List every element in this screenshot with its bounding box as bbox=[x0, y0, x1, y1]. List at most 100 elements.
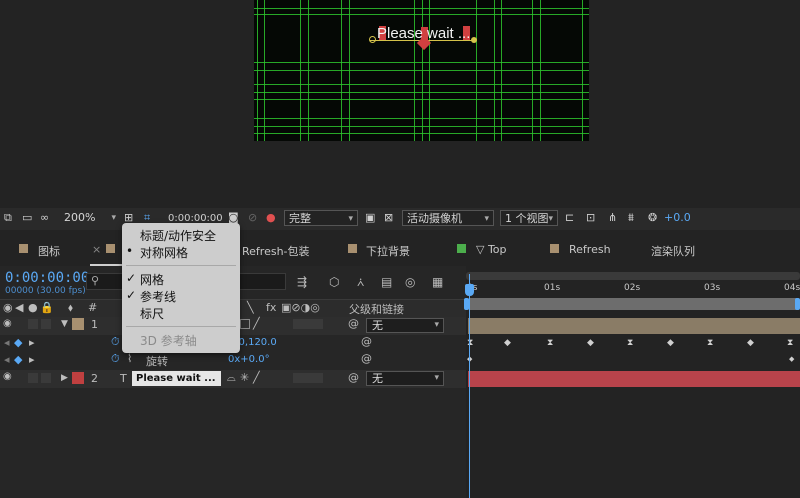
property-row[interactable]: ◂ ◆ ▸ ⏱ ⌇ 旋转 0x+0.0° @ bbox=[0, 352, 466, 370]
pickwhip-icon[interactable]: @ bbox=[361, 335, 372, 348]
prev-keyframe-icon[interactable]: ◂ bbox=[4, 353, 10, 366]
next-keyframe-icon[interactable]: ▸ bbox=[29, 336, 35, 349]
keyframe-icon[interactable]: ⧗ bbox=[467, 338, 473, 348]
playhead-handle[interactable] bbox=[465, 284, 474, 296]
tab-refresh-wrap[interactable]: Refresh-包装 bbox=[242, 243, 310, 259]
tab-top[interactable]: ▽ Top bbox=[476, 243, 507, 256]
switches-icon[interactable]: ▣⊘◑◎ bbox=[281, 301, 320, 314]
expand-chevron-icon[interactable]: ▼ bbox=[61, 319, 68, 329]
shy-switch-icon[interactable]: ⌓ bbox=[227, 371, 236, 385]
pickwhip-icon[interactable]: @ bbox=[348, 371, 359, 384]
layer-label-color[interactable] bbox=[72, 318, 84, 330]
lock-toggle[interactable] bbox=[41, 319, 51, 329]
solo-icon[interactable]: ● bbox=[28, 301, 38, 314]
pickwhip-icon[interactable]: @ bbox=[361, 352, 372, 365]
keyframe-icon[interactable]: ◆ bbox=[667, 338, 674, 348]
draft-3d-icon[interactable]: ⬡ bbox=[329, 275, 339, 289]
zoom-select[interactable]: 200% ▾ bbox=[60, 210, 120, 226]
duration-bar[interactable] bbox=[468, 298, 798, 310]
prev-keyframe-icon[interactable]: ◂ bbox=[4, 336, 10, 349]
mask-visibility-icon[interactable]: ∞ bbox=[40, 211, 49, 224]
work-area-bar[interactable] bbox=[466, 272, 800, 280]
lock-toggle[interactable] bbox=[41, 373, 51, 383]
graph-editor-icon[interactable]: ▦ bbox=[432, 275, 443, 289]
layer-2-bar[interactable] bbox=[468, 371, 800, 387]
layer-1-bar[interactable] bbox=[468, 318, 800, 334]
menu-item-guides[interactable]: 参考线 bbox=[140, 288, 176, 305]
keyframe-diamond-icon[interactable]: ◆ bbox=[14, 336, 22, 349]
visibility-eye-icon[interactable]: ◉ bbox=[3, 318, 12, 329]
keyframe-icon[interactable]: ⧗ bbox=[547, 338, 553, 348]
solo-toggle[interactable] bbox=[28, 319, 38, 329]
tab-icon[interactable]: 图标 bbox=[38, 243, 60, 259]
expand-chevron-icon[interactable]: ▶ bbox=[61, 373, 68, 383]
motion-blur-icon[interactable]: ◎ bbox=[405, 275, 415, 289]
shy-layers-icon[interactable]: ⩑ bbox=[357, 275, 364, 290]
keyframe-icon[interactable]: ⧗ bbox=[787, 338, 793, 348]
stopwatch-icon[interactable]: ⏱ bbox=[111, 335, 120, 349]
text-handle-right[interactable] bbox=[471, 37, 477, 43]
parent-select[interactable]: 无 ▾ bbox=[366, 371, 444, 386]
solo-toggle[interactable] bbox=[28, 373, 38, 383]
flowchart-icon[interactable]: ⋔ bbox=[608, 211, 617, 224]
keyframe-icon[interactable]: ◆ bbox=[789, 355, 794, 363]
layer-name[interactable]: Please wait ... bbox=[132, 371, 221, 386]
monitor-icon[interactable]: ▭ bbox=[22, 211, 32, 224]
layer-label-color[interactable] bbox=[72, 372, 84, 384]
timeline-icon[interactable]: ⊡ bbox=[586, 211, 595, 224]
quality-icon[interactable]: ╲ bbox=[247, 301, 254, 314]
text-handle-left[interactable] bbox=[369, 36, 376, 43]
pickwhip-icon[interactable]: @ bbox=[348, 317, 359, 330]
current-time[interactable]: 0:00:00:00 bbox=[5, 270, 89, 286]
reset-exposure-icon[interactable]: ❂ bbox=[648, 211, 657, 224]
fast-preview-icon[interactable]: ⧉ bbox=[4, 211, 12, 225]
fx-icon[interactable]: fx bbox=[266, 301, 276, 314]
playhead-line[interactable] bbox=[469, 274, 470, 498]
comp-mini-flowchart-icon[interactable]: ⇶ bbox=[297, 275, 307, 289]
work-area-start-handle[interactable] bbox=[464, 298, 469, 310]
quality-switch-icon[interactable]: ╱ bbox=[253, 317, 260, 330]
layer-switches[interactable] bbox=[293, 319, 323, 329]
video-eye-icon[interactable]: ◉ bbox=[3, 301, 13, 314]
collapse-switch-icon[interactable]: ✳ bbox=[240, 371, 249, 384]
layer-row[interactable]: ◉ ▶ 2 T Please wait ... ⌓ ✳ ╱ @ 无 ▾ bbox=[0, 370, 466, 388]
keyframe-icon[interactable]: ⧗ bbox=[707, 338, 713, 348]
region-of-interest-icon[interactable]: ▣ bbox=[365, 211, 375, 224]
menu-item-proportional-grid[interactable]: 对称网格 bbox=[140, 244, 188, 261]
keyframe-icon[interactable]: ⧗ bbox=[627, 338, 633, 348]
keyframe-icon[interactable]: ◆ bbox=[587, 338, 594, 348]
audio-icon[interactable]: ◀ bbox=[15, 301, 23, 314]
channel-icon[interactable]: ● bbox=[266, 211, 276, 224]
frame-blending-icon[interactable]: ▤ bbox=[381, 275, 392, 289]
composition-canvas[interactable] bbox=[254, 0, 589, 141]
keyframe-icon[interactable]: ◆ bbox=[504, 338, 511, 348]
next-keyframe-icon[interactable]: ▸ bbox=[29, 353, 35, 366]
graph-icon[interactable]: ⌇ bbox=[127, 352, 132, 365]
quality-switch-icon[interactable]: ╱ bbox=[253, 371, 260, 384]
parent-select[interactable]: 无 ▾ bbox=[366, 318, 444, 333]
tab-render-queue[interactable]: 渲染队列 bbox=[651, 243, 695, 259]
views-select[interactable]: 1 个视图 ▾ bbox=[500, 210, 558, 226]
tab-refresh[interactable]: Refresh bbox=[569, 243, 611, 256]
menu-item-grid[interactable]: 网格 bbox=[140, 271, 164, 288]
camera-select[interactable]: 活动摄像机 ▾ bbox=[402, 210, 494, 226]
stopwatch-icon[interactable]: ⏱ bbox=[111, 352, 120, 366]
show-snapshot-icon[interactable]: ⊘ bbox=[248, 211, 257, 224]
lock-icon[interactable]: 🔒 bbox=[40, 301, 54, 314]
visibility-eye-icon[interactable]: ◉ bbox=[3, 371, 12, 382]
resolution-select[interactable]: 完整 ▾ bbox=[284, 210, 358, 226]
tab-pulldown-bg[interactable]: 下拉背景 bbox=[366, 243, 410, 259]
toggle-pixel-aspect-icon[interactable]: ⊏ bbox=[565, 211, 574, 224]
property-value[interactable]: 0x+0.0° bbox=[228, 354, 270, 365]
transparency-grid-icon[interactable]: ⊠ bbox=[384, 211, 393, 224]
label-tag-icon[interactable]: ⬧ bbox=[68, 301, 73, 315]
close-icon[interactable]: × bbox=[92, 243, 101, 256]
exposure-value[interactable]: +0.0 bbox=[664, 211, 691, 224]
menu-item-title-action-safe[interactable]: 标题/动作安全 bbox=[140, 227, 216, 244]
keyframe-diamond-icon[interactable]: ◆ bbox=[14, 353, 22, 366]
keyframe-icon[interactable]: ◆ bbox=[747, 338, 754, 348]
work-area-end-handle[interactable] bbox=[795, 298, 800, 310]
collapse-switch[interactable] bbox=[240, 319, 250, 329]
menu-item-rulers[interactable]: 标尺 bbox=[140, 305, 164, 322]
render-icon[interactable]: ⩩ bbox=[628, 211, 634, 225]
